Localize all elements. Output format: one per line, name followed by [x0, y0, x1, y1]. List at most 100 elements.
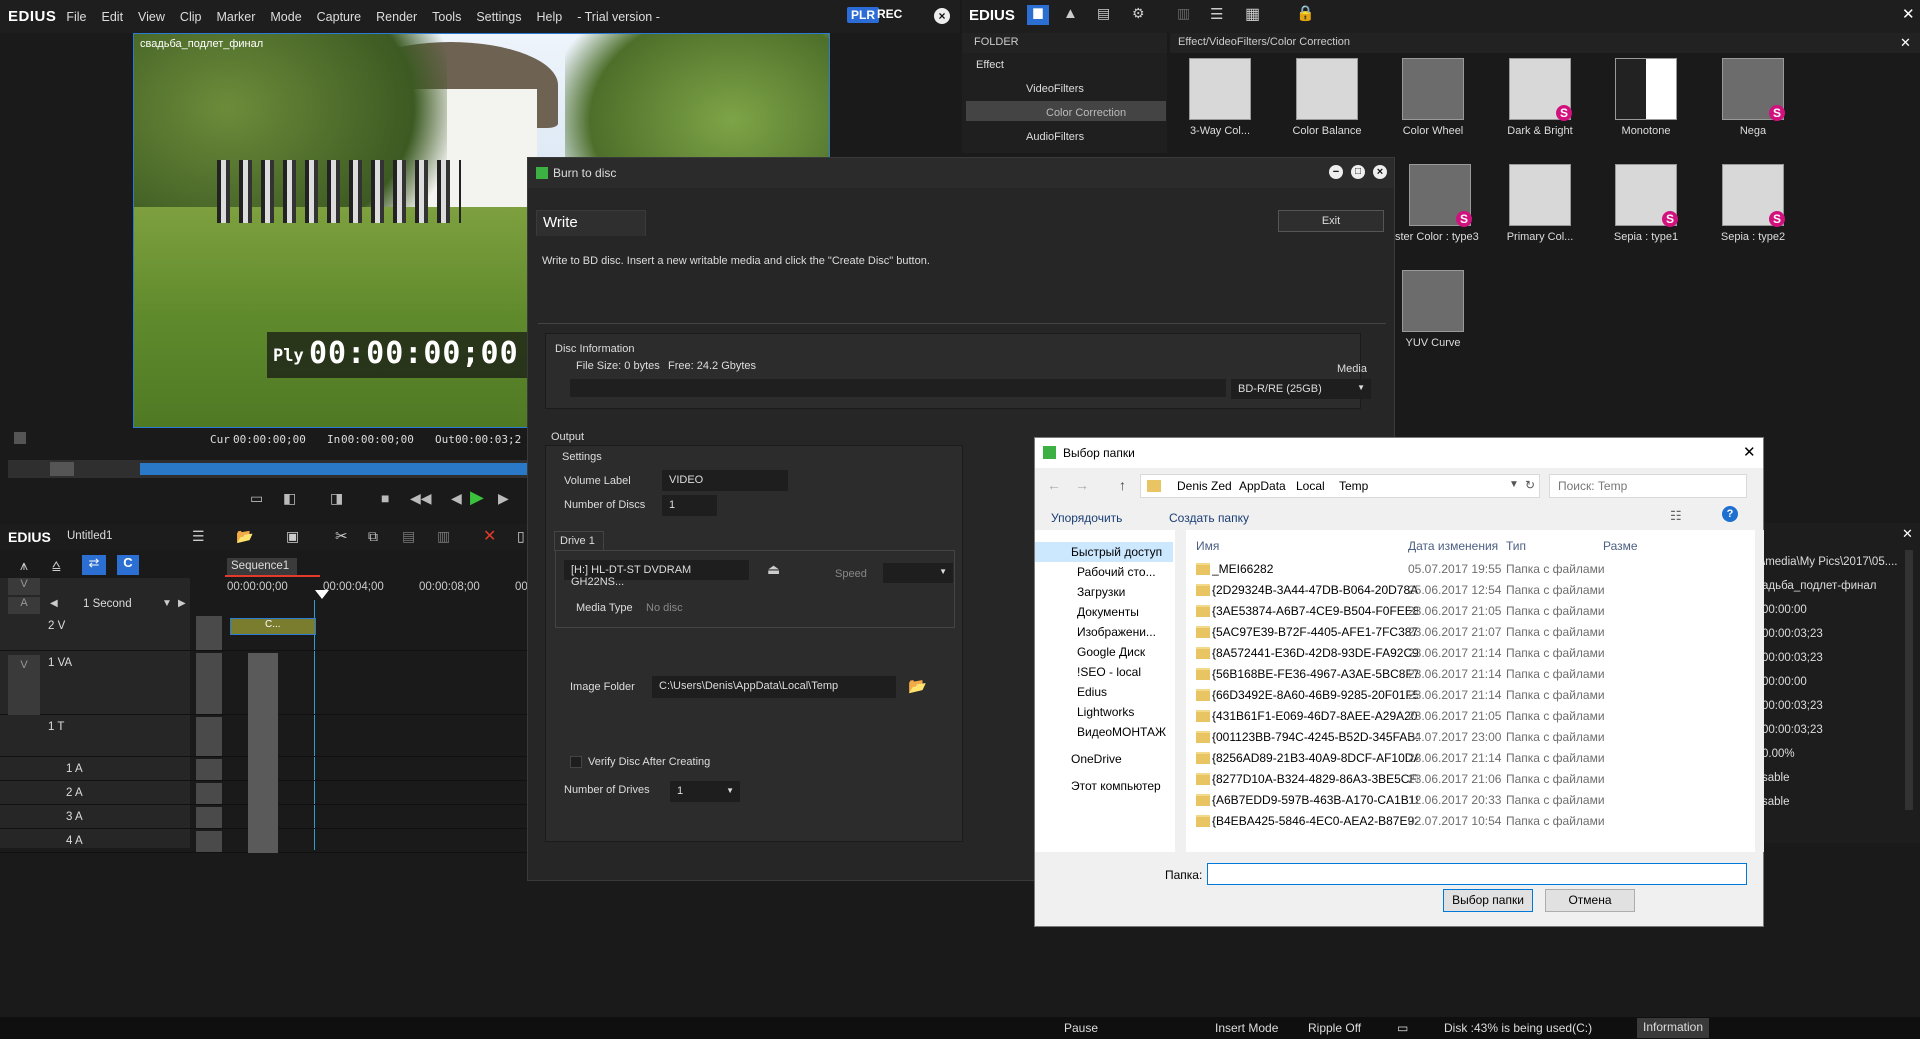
nav-documents[interactable]: Документы: [1077, 605, 1139, 619]
player-position-bar[interactable]: [140, 463, 530, 475]
side-a[interactable]: A: [8, 597, 40, 614]
more-icon[interactable]: ▯: [517, 528, 525, 545]
cut-icon[interactable]: ✂: [335, 527, 348, 545]
step-forward-icon[interactable]: ▶: [498, 490, 509, 507]
plr-badge[interactable]: PLR: [847, 7, 879, 23]
save-icon[interactable]: ▣: [286, 528, 299, 545]
side-v[interactable]: V: [8, 578, 40, 595]
back-icon[interactable]: ←: [1047, 477, 1061, 493]
nav-quick-access[interactable]: Быстрый доступ: [1071, 545, 1162, 559]
lock-icon[interactable]: 🔒: [1296, 4, 1315, 22]
monitor-icon[interactable]: ▭: [1397, 1021, 1408, 1035]
tree-audiofilters[interactable]: AudioFilters: [1026, 131, 1084, 143]
snap-icon[interactable]: C: [117, 555, 139, 575]
track-sync-1a[interactable]: [196, 759, 222, 780]
menu-mode[interactable]: Mode: [270, 10, 301, 24]
settings-icon[interactable]: ⚙: [1132, 5, 1145, 22]
nav-onedrive[interactable]: OneDrive: [1071, 752, 1122, 766]
refresh-icon[interactable]: ↻: [1525, 478, 1535, 492]
status-insert-mode[interactable]: Insert Mode: [1215, 1021, 1278, 1035]
open-project-icon[interactable]: 📂: [236, 528, 253, 545]
rewind-icon[interactable]: ◀◀: [410, 490, 432, 507]
crumb-3[interactable]: Local: [1296, 479, 1325, 493]
effect-monotone[interactable]: Monotone: [1596, 58, 1696, 137]
effect-poster-color[interactable]: S: [1390, 164, 1490, 231]
track-sync-2v[interactable]: [196, 616, 222, 650]
ripple-icon[interactable]: ⩠: [52, 557, 61, 574]
tree-color-correction[interactable]: Color Correction: [1046, 107, 1126, 119]
help-icon[interactable]: ?: [1722, 506, 1738, 522]
track-sync-1t[interactable]: [196, 717, 222, 756]
chevron-down-icon[interactable]: ▼: [1509, 479, 1519, 490]
nav-desktop[interactable]: Рабочий сто...: [1077, 565, 1156, 579]
nav-edius[interactable]: Edius: [1077, 685, 1107, 699]
menu-render[interactable]: Render: [376, 10, 417, 24]
side-v2[interactable]: V: [8, 655, 40, 715]
status-ripple[interactable]: Ripple Off: [1308, 1021, 1361, 1035]
prev-edit-icon[interactable]: ◧: [283, 490, 296, 507]
bin-close-icon[interactable]: ✕: [1902, 5, 1915, 23]
nav-lightworks[interactable]: Lightworks: [1077, 705, 1134, 719]
paste-insert-icon[interactable]: ▥: [437, 528, 450, 545]
tree-videofilters[interactable]: VideoFilters: [1026, 83, 1084, 95]
col-date[interactable]: Дата изменения: [1408, 539, 1498, 553]
folder-view-icon[interactable]: ▆: [1027, 5, 1049, 25]
scale-left-arrow[interactable]: ◀: [50, 598, 58, 609]
play-icon[interactable]: ▶: [470, 487, 484, 508]
effect-nega[interactable]: S Nega: [1703, 58, 1803, 137]
menu-tools[interactable]: Tools: [432, 10, 461, 24]
minimize-icon[interactable]: −: [1329, 165, 1343, 179]
information-tab[interactable]: Information: [1637, 1018, 1710, 1038]
nav-videomontage[interactable]: ВидеоМОНТАЖ: [1077, 725, 1166, 739]
nav-seo-local[interactable]: !SEO - local: [1077, 665, 1141, 679]
volume-label-input[interactable]: VIDEO: [662, 470, 788, 491]
select-folder-button[interactable]: Выбор папки: [1443, 889, 1533, 912]
safe-area-icon[interactable]: [14, 432, 26, 444]
picker-close-icon[interactable]: ✕: [1743, 443, 1756, 461]
burn-close-icon[interactable]: ×: [1373, 165, 1387, 179]
eject-icon[interactable]: ⏏: [767, 561, 780, 578]
new-folder-button[interactable]: Создать папку: [1169, 511, 1249, 525]
address-bar[interactable]: Denis Zed AppData Local Temp ▼ ↻: [1140, 474, 1540, 498]
search-input[interactable]: Поиск: Temp: [1549, 474, 1747, 498]
track-sync-3a[interactable]: [196, 807, 222, 828]
media-select[interactable]: BD-R/RE (25GB) ▼: [1231, 379, 1371, 399]
menu-settings[interactable]: Settings: [476, 10, 521, 24]
speed-select[interactable]: ▼: [883, 563, 953, 583]
track-sync-2a[interactable]: [196, 783, 222, 804]
number-of-discs-input[interactable]: 1: [662, 495, 717, 516]
file-row[interactable]: {001123BB-794C-4245-B52D-345FAB1AC9...04…: [1186, 727, 1734, 748]
view-options-icon[interactable]: ☷: [1670, 508, 1682, 524]
stop-icon[interactable]: ■: [381, 490, 389, 506]
track-mode-icon[interactable]: ⩚: [20, 557, 28, 574]
file-row[interactable]: _MEI66282 05.07.2017 19:55 Папка с файлами: [1186, 559, 1734, 580]
crumb-1[interactable]: Denis Zed: [1177, 479, 1232, 493]
file-scrollbar[interactable]: [1755, 530, 1764, 852]
maximize-icon[interactable]: □: [1351, 165, 1365, 179]
info-scrollbar[interactable]: [1905, 550, 1913, 810]
sequence-tab[interactable]: Sequence1: [227, 558, 297, 575]
effect-sepia-1[interactable]: S Sepia : type1: [1596, 164, 1696, 243]
effect-3way[interactable]: 3-Way Col...: [1170, 58, 1270, 137]
effect-dark-bright[interactable]: S Dark & Bright: [1490, 58, 1590, 137]
file-row[interactable]: {66D3492E-8A60-46B9-9285-20F01F5352C...2…: [1186, 685, 1734, 706]
file-row[interactable]: {B4EBA425-5846-4EC0-AEA2-B87E923D94...02…: [1186, 811, 1734, 832]
menu-clip[interactable]: Clip: [180, 10, 202, 24]
col-size[interactable]: Разме: [1603, 539, 1638, 553]
effect-sepia-2[interactable]: S Sepia : type2: [1703, 164, 1803, 243]
exit-button[interactable]: Exit: [1278, 210, 1384, 232]
menu-help[interactable]: Help: [537, 10, 563, 24]
file-row[interactable]: {8256AD89-21B3-40A9-8DCF-AF10DA35B...23.…: [1186, 748, 1734, 769]
crumb-4[interactable]: Temp: [1339, 479, 1368, 493]
path-close-icon[interactable]: ✕: [1900, 35, 1911, 51]
open-folder-icon[interactable]: ▤: [1097, 5, 1110, 22]
write-tab[interactable]: Write: [536, 210, 646, 236]
forward-icon[interactable]: →: [1075, 477, 1089, 493]
nav-downloads[interactable]: Загрузки: [1077, 585, 1125, 599]
scale-right-arrow[interactable]: ▶: [178, 598, 186, 609]
step-back-icon[interactable]: ◀: [451, 490, 462, 507]
drive-1-tab[interactable]: Drive 1: [554, 531, 604, 551]
file-row[interactable]: {56B168BE-FE36-4967-A3AE-5BC8F74FCB...23…: [1186, 664, 1734, 685]
file-row[interactable]: {2D29324B-3A44-47DB-B064-20D78ADC8...25.…: [1186, 580, 1734, 601]
nav-google-drive[interactable]: Google Диск: [1077, 645, 1145, 659]
